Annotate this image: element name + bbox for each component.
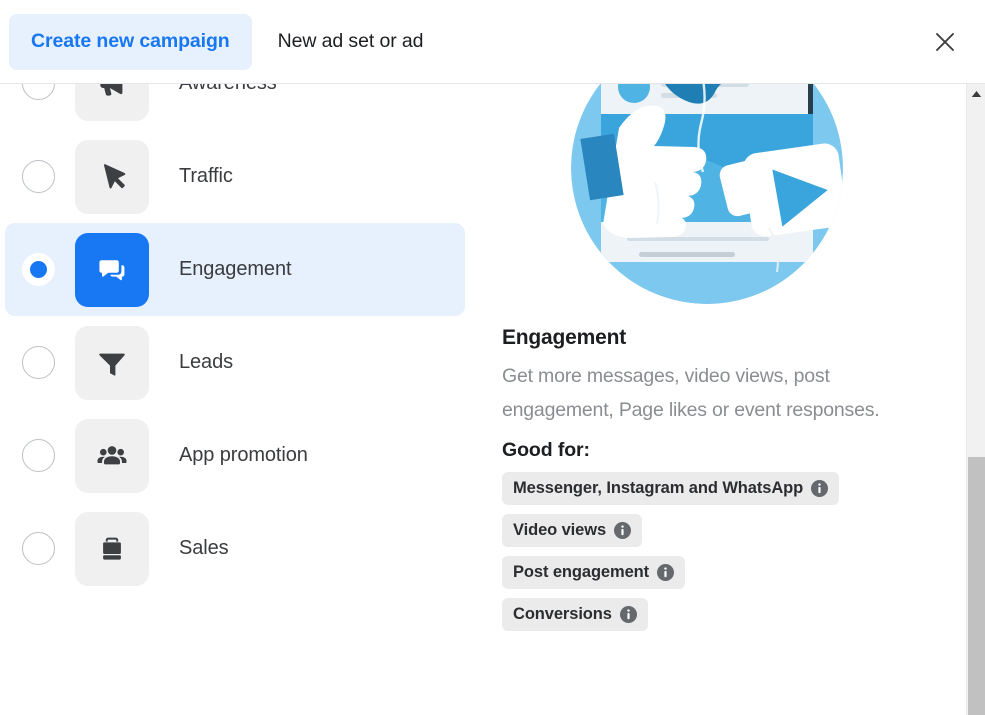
briefcase-icon [95, 532, 129, 566]
tab-label: New ad set or ad [278, 30, 424, 53]
close-button[interactable] [923, 20, 967, 64]
good-for-chip-list: Messenger, Instagram and WhatsApp Video … [502, 472, 950, 631]
objective-row-app-promotion[interactable]: App promotion [5, 409, 465, 502]
objective-radio[interactable] [22, 253, 55, 286]
info-icon[interactable] [614, 522, 631, 539]
info-icon[interactable] [811, 480, 828, 497]
vertical-scrollbar[interactable] [966, 84, 985, 715]
objective-label: Leads [179, 351, 233, 374]
objective-radio[interactable] [22, 84, 55, 100]
objective-row-engagement[interactable]: Engagement [5, 223, 465, 316]
objective-radio[interactable] [22, 160, 55, 193]
objective-label: App promotion [179, 444, 308, 467]
details-title: Engagement [502, 326, 950, 350]
chip-label: Post engagement [513, 563, 649, 582]
funnel-icon [95, 346, 129, 380]
objective-row-leads[interactable]: Leads [5, 316, 465, 409]
objective-label: Traffic [179, 165, 233, 188]
scroll-up-button[interactable] [967, 84, 985, 103]
scrollbar-thumb[interactable] [968, 457, 985, 715]
chat-bubbles-icon-tile [75, 233, 149, 307]
objective-row-awareness[interactable]: Awareness [5, 84, 465, 130]
info-icon[interactable] [657, 564, 674, 581]
info-icon[interactable] [620, 606, 637, 623]
chip-conversions: Conversions [502, 598, 648, 631]
tab-label: Create new campaign [31, 30, 230, 53]
triangle-up-icon [971, 90, 982, 98]
good-for-label: Good for: [502, 439, 950, 462]
objective-list: Awareness Traffic [0, 84, 500, 715]
dialog-header: Create new campaign New ad set or ad [0, 0, 985, 84]
tab-new-ad-set-or-ad[interactable]: New ad set or ad [256, 14, 446, 70]
objective-label: Engagement [179, 258, 291, 281]
engagement-illustration [571, 84, 843, 304]
close-icon [934, 31, 956, 53]
chip-post-engagement: Post engagement [502, 556, 685, 589]
chip-messenger-instagram-whatsapp: Messenger, Instagram and WhatsApp [502, 472, 839, 505]
megaphone-icon [94, 84, 130, 102]
objective-label: Sales [179, 537, 229, 560]
tab-bar: Create new campaign New ad set or ad [9, 14, 923, 70]
chip-video-views: Video views [502, 514, 642, 547]
objective-radio[interactable] [22, 532, 55, 565]
objective-radio[interactable] [22, 439, 55, 472]
create-campaign-dialog: Create new campaign New ad set or ad [0, 0, 985, 715]
objective-details-content: Engagement Get more messages, video view… [500, 84, 950, 631]
objective-row-traffic[interactable]: Traffic [5, 130, 465, 223]
chat-bubbles-icon [94, 252, 130, 288]
people-icon [94, 438, 130, 474]
chip-label: Video views [513, 521, 606, 540]
people-icon-tile [75, 419, 149, 493]
tab-create-new-campaign[interactable]: Create new campaign [9, 14, 252, 70]
objective-label: Awareness [179, 84, 277, 95]
objective-list-scroll: Awareness Traffic [0, 84, 500, 595]
details-description: Get more messages, video views, post eng… [502, 359, 902, 427]
megaphone-icon-tile [75, 84, 149, 121]
cursor-icon-tile [75, 140, 149, 214]
chip-label: Conversions [513, 605, 612, 624]
illustration-wrapper [502, 84, 912, 304]
dialog-body: Awareness Traffic [0, 84, 985, 715]
funnel-icon-tile [75, 326, 149, 400]
objective-row-sales[interactable]: Sales [5, 502, 465, 595]
objective-details-panel: Engagement Get more messages, video view… [500, 84, 985, 715]
briefcase-icon-tile [75, 512, 149, 586]
cursor-icon [95, 160, 129, 194]
chip-label: Messenger, Instagram and WhatsApp [513, 479, 803, 498]
objective-radio[interactable] [22, 346, 55, 379]
